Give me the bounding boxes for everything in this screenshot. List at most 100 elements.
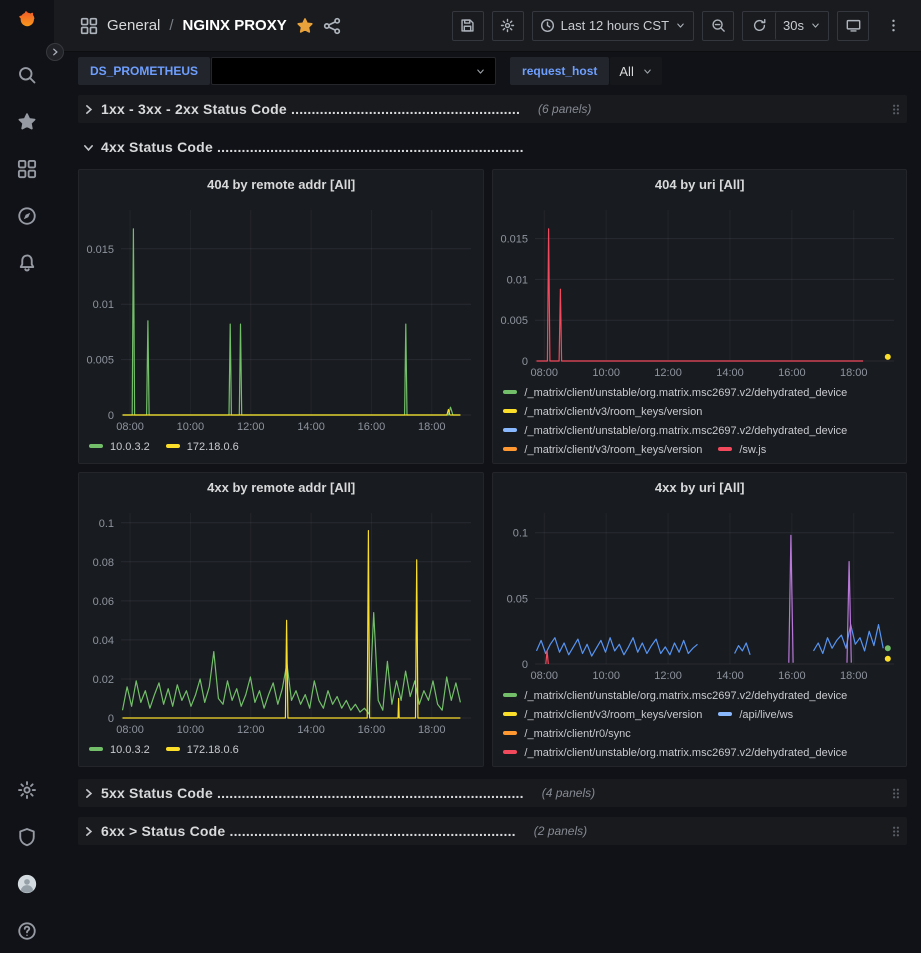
explore-icon[interactable]	[17, 206, 37, 226]
variable-value-datasource-dropdown[interactable]	[211, 57, 496, 85]
top-navbar: General / NGINX PROXY Last 12 hours CST	[54, 0, 921, 52]
legend-item[interactable]: /_matrix/client/unstable/org.matrix.msc2…	[503, 384, 847, 402]
row-4xx-status-code[interactable]: 4xx Status Code ........................…	[78, 133, 907, 161]
zoom-out-time-button[interactable]	[702, 11, 734, 41]
drag-handle-icon[interactable]	[891, 786, 901, 801]
monitor-icon	[846, 18, 861, 33]
configuration-gear-icon[interactable]	[17, 780, 37, 800]
legend-item[interactable]: /_matrix/client/unstable/org.matrix.msc2…	[503, 687, 847, 705]
row-1xx-3xx-2xx-status-code[interactable]: 1xx - 3xx - 2xx Status Code ............…	[78, 95, 907, 123]
legend-item[interactable]: /_matrix/client/unstable/org.matrix.msc2…	[503, 744, 847, 762]
svg-text:0.01: 0.01	[507, 274, 528, 286]
dashboards-icon[interactable]	[17, 159, 37, 179]
svg-text:16:00: 16:00	[358, 421, 386, 433]
chevron-right-icon	[82, 825, 95, 838]
chevron-down-icon	[82, 141, 95, 154]
legend-item[interactable]: /_matrix/client/v3/room_keys/version	[503, 706, 702, 724]
refresh-icon	[752, 18, 767, 33]
dashboard-variables-bar: DS_PROMETHEUS request_host All	[54, 52, 921, 90]
variable-value-request-host-dropdown[interactable]: All	[610, 57, 661, 85]
row-6xx-status-code[interactable]: 6xx > Status Code ......................…	[78, 817, 907, 845]
panel-title[interactable]: 4xx by remote addr [All]	[79, 473, 483, 503]
legend-item[interactable]: 10.0.3.2	[89, 741, 150, 759]
variable-label-request-host[interactable]: request_host	[510, 57, 609, 85]
panel-404-by-remote-addr: 404 by remote addr [All] 08:0010:0012:00…	[78, 169, 484, 464]
panel-4xx-by-remote-addr: 4xx by remote addr [All] 08:0010:0012:00…	[78, 472, 484, 767]
row-title: 4xx Status Code ........................…	[101, 139, 524, 155]
svg-text:08:00: 08:00	[116, 421, 144, 433]
panel-title[interactable]: 404 by remote addr [All]	[79, 170, 483, 200]
svg-text:16:00: 16:00	[779, 367, 807, 379]
svg-text:16:00: 16:00	[779, 670, 807, 682]
kebab-icon	[886, 18, 901, 33]
timeseries-plot: 08:0010:0012:0014:0016:0018:0000.020.040…	[79, 503, 483, 738]
legend-item[interactable]: /api/live/ws	[718, 706, 793, 724]
svg-text:10:00: 10:00	[593, 670, 621, 682]
variable-label-datasource[interactable]: DS_PROMETHEUS	[78, 57, 210, 85]
share-icon[interactable]	[323, 17, 341, 35]
chevron-down-icon	[675, 20, 686, 31]
panel-title[interactable]: 404 by uri [All]	[493, 170, 906, 200]
refresh-button[interactable]	[743, 12, 775, 40]
alerting-icon[interactable]	[17, 253, 37, 273]
gear-icon	[500, 18, 515, 33]
timeseries-plot: 08:0010:0012:0014:0016:0018:0000.0050.01…	[79, 200, 483, 435]
refresh-interval-dropdown[interactable]: 30s	[775, 12, 828, 40]
row-panel-count: (2 panels)	[534, 824, 587, 838]
row-5xx-status-code[interactable]: 5xx Status Code ........................…	[78, 779, 907, 807]
favorite-star-icon[interactable]	[296, 17, 314, 35]
legend-item[interactable]: /_matrix/client/v3/room_keys/version	[503, 403, 702, 421]
search-icon[interactable]	[17, 65, 37, 85]
tv-mode-button[interactable]	[837, 11, 869, 41]
dashboard-title[interactable]: NGINX PROXY	[183, 17, 287, 34]
drag-handle-icon[interactable]	[891, 102, 901, 117]
row-panel-count: (6 panels)	[538, 102, 591, 116]
chevron-right-icon	[82, 103, 95, 116]
legend-item[interactable]: 10.0.3.2	[89, 438, 150, 456]
svg-text:0: 0	[522, 356, 528, 368]
svg-text:08:00: 08:00	[531, 670, 559, 682]
starred-dashboards-icon[interactable]	[17, 112, 37, 132]
kebab-menu-button[interactable]	[877, 11, 909, 41]
svg-text:14:00: 14:00	[297, 421, 325, 433]
time-range-picker[interactable]: Last 12 hours CST	[532, 11, 694, 41]
svg-text:10:00: 10:00	[593, 367, 621, 379]
breadcrumb-section[interactable]: General	[107, 17, 160, 34]
save-dashboard-button[interactable]	[452, 11, 484, 41]
legend: 10.0.3.2 172.18.0.6	[79, 738, 483, 766]
user-avatar[interactable]	[17, 874, 37, 894]
server-admin-shield-icon[interactable]	[17, 827, 37, 847]
svg-text:0.015: 0.015	[86, 244, 114, 256]
panel-4xx-by-uri: 4xx by uri [All] 08:0010:0012:0014:0016:…	[492, 472, 907, 767]
svg-text:0.04: 0.04	[93, 635, 114, 647]
legend-item[interactable]: /_matrix/client/v3/room_keys/version	[503, 441, 702, 459]
legend-item[interactable]: /sw.js	[718, 441, 766, 459]
svg-text:08:00: 08:00	[116, 724, 144, 736]
panel-row-1: 404 by remote addr [All] 08:00 10:00 12:00…	[78, 169, 907, 464]
legend-item[interactable]: 172.18.0.6	[166, 438, 239, 456]
svg-text:0.005: 0.005	[86, 355, 114, 367]
svg-text:0.015: 0.015	[501, 234, 529, 246]
svg-text:12:00: 12:00	[655, 367, 683, 379]
legend-item[interactable]: 172.18.0.6	[166, 741, 239, 759]
svg-text:0.005: 0.005	[501, 315, 529, 327]
legend: /_matrix/client/unstable/org.matrix.msc2…	[493, 381, 906, 463]
apps-grid-icon[interactable]	[80, 17, 98, 35]
sidebar-expand-button[interactable]	[46, 43, 64, 61]
legend-item[interactable]: /_matrix/client/unstable/org.matrix.msc2…	[503, 422, 847, 440]
svg-text:0: 0	[108, 713, 114, 725]
clock-icon	[540, 18, 555, 33]
svg-text:18:00: 18:00	[840, 670, 868, 682]
drag-handle-icon[interactable]	[891, 824, 901, 839]
legend-item[interactable]: /_matrix/client/r0/sync	[503, 725, 630, 743]
panel-row-2: 4xx by remote addr [All] 08:0010:0012:00…	[78, 472, 907, 767]
variable-value-request-host: All	[619, 64, 633, 79]
timeseries-plot: 08:0010:0012:0014:0016:0018:0000.0050.01…	[493, 200, 906, 381]
dashboard-content: 1xx - 3xx - 2xx Status Code ............…	[54, 90, 921, 953]
sidebar	[0, 0, 54, 953]
grafana-logo-icon[interactable]	[17, 10, 37, 30]
help-icon[interactable]	[17, 921, 37, 941]
breadcrumb-separator: /	[169, 17, 173, 34]
dashboard-settings-button[interactable]	[492, 11, 524, 41]
panel-title[interactable]: 4xx by uri [All]	[493, 473, 906, 503]
